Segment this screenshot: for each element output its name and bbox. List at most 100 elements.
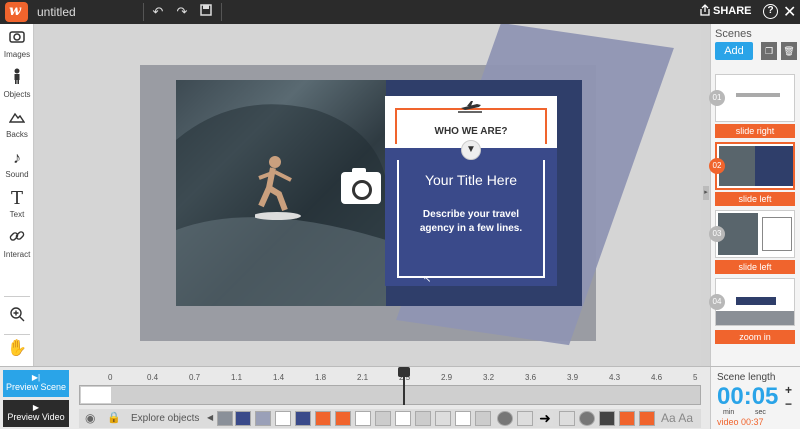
tool-sound[interactable]: ♪ Sound (0, 148, 34, 186)
preview-video-label: Preview Video (7, 412, 65, 422)
info-card[interactable]: WHO WE ARE? ▼ Your Title Here Describe y… (385, 96, 557, 286)
ruler-tick: 2.1 (357, 373, 369, 382)
card-description[interactable]: Describe your travel agency in a few lin… (405, 208, 537, 236)
tool-label: Objects (3, 90, 31, 99)
ruler-tick: 0 (108, 373, 113, 382)
scenes-panel: Scenes Add ❐ 🗑 01 slide right 02 slide l… (709, 24, 800, 366)
tool-divider (4, 334, 30, 335)
object-thumbnail[interactable] (295, 411, 311, 426)
explore-objects-link[interactable]: Explore objects (131, 413, 199, 424)
lock-icon[interactable]: 🔒 (107, 411, 121, 424)
tool-backs[interactable]: Backs (0, 108, 34, 146)
scene-length-title: Scene length (717, 372, 776, 383)
object-thumbnail[interactable] (415, 411, 431, 426)
object-thumbnail[interactable] (639, 411, 655, 426)
ruler-tick: 1.8 (315, 373, 327, 382)
object-thumbnail[interactable] (335, 411, 351, 426)
scene-thumbnail[interactable] (715, 74, 795, 122)
increase-length-button[interactable]: + (785, 383, 792, 397)
object-thumbnail[interactable] (355, 411, 371, 426)
eye-icon[interactable]: ◉ (85, 411, 95, 425)
camera-icon[interactable] (341, 168, 381, 204)
tool-text[interactable]: T Text (0, 188, 34, 226)
hand-icon: ✋ (7, 340, 27, 357)
sec-label: sec (755, 409, 766, 416)
arrow-right-icon[interactable]: ➜ (537, 411, 553, 426)
tool-label: Backs (6, 130, 28, 139)
tool-objects[interactable]: Objects (0, 68, 34, 106)
object-thumbnail[interactable] (435, 411, 451, 426)
tool-label: Text (9, 210, 25, 219)
mountain-icon (0, 108, 34, 130)
text-icon: T (10, 188, 23, 209)
scene-length-value[interactable]: 00:05 (717, 383, 778, 411)
ruler-tick: 2.9 (441, 373, 453, 382)
tool-interact[interactable]: Interact (0, 228, 34, 266)
object-thumbnail[interactable] (275, 411, 291, 426)
object-thumbnail[interactable] (455, 411, 471, 426)
decrease-length-button[interactable]: − (785, 397, 792, 411)
object-thumbnail[interactable] (395, 411, 411, 426)
object-thumbnail[interactable] (579, 411, 595, 426)
canvas-area[interactable]: WHO WE ARE? ▼ Your Title Here Describe y… (35, 24, 701, 366)
playhead[interactable] (403, 367, 405, 405)
duplicate-scene-icon[interactable]: ❐ (761, 42, 777, 60)
object-thumbnail[interactable] (235, 411, 251, 426)
object-thumbnail[interactable] (255, 411, 271, 426)
ruler-tick: 0.7 (189, 373, 201, 382)
timeline-track[interactable] (79, 385, 701, 405)
scene-transition-label[interactable]: zoom in (715, 330, 795, 344)
close-button[interactable]: ✕ (783, 2, 796, 22)
object-thumbnail[interactable] (315, 411, 331, 426)
preview-video-button[interactable]: ▶ Preview Video (3, 400, 69, 427)
left-toolbar: Images Objects Backs ♪ Sound T Text Inte… (0, 24, 34, 366)
panel-collapse-handle[interactable]: ▸ (703, 186, 709, 200)
scene-thumbnail[interactable] (715, 278, 795, 326)
text-object-icon[interactable]: Aa Aa (661, 411, 693, 425)
scroll-left-icon[interactable]: ◀ (207, 413, 213, 422)
scene-length-panel: Scene length 00:05 min sec video 00:37 +… (710, 367, 800, 429)
arrow-down-icon[interactable]: ▼ (461, 140, 481, 160)
toolbar-divider (143, 3, 144, 21)
object-thumbnail[interactable] (375, 411, 391, 426)
logo[interactable]: w (5, 2, 28, 22)
object-thumbnail[interactable] (599, 411, 615, 426)
save-icon[interactable] (198, 4, 214, 20)
preview-scene-label: Preview Scene (5, 382, 67, 392)
tool-images[interactable]: Images (0, 28, 34, 66)
timeline-ruler[interactable]: 0 0.4 0.7 1.1 1.4 1.8 2.1 2.5 2.9 3.2 3.… (79, 369, 701, 383)
scene-thumbnail[interactable] (715, 210, 795, 258)
app-root: w untitled ↶ ↷ SHARE ? ✕ Images Objects (0, 0, 800, 429)
tool-divider (4, 296, 30, 297)
object-thumbnail[interactable] (217, 411, 233, 426)
object-thumbnail[interactable] (475, 411, 491, 426)
add-scene-button[interactable]: Add (715, 42, 753, 60)
ruler-tick: 0.4 (147, 373, 159, 382)
card-title[interactable]: Your Title Here (385, 172, 557, 188)
share-button[interactable]: SHARE (713, 5, 752, 17)
document-title[interactable]: untitled (37, 5, 76, 19)
scenes-title: Scenes (715, 28, 752, 40)
object-thumbnail[interactable] (497, 411, 513, 426)
link-icon (0, 228, 34, 250)
scene-thumbnail-active[interactable] (715, 142, 795, 190)
share-icon[interactable] (697, 4, 713, 20)
ruler-tick: 3.9 (567, 373, 579, 382)
scene-number: 02 (709, 158, 725, 174)
object-thumbnail[interactable] (517, 411, 533, 426)
video-length: video 00:37 (717, 417, 764, 427)
delete-scene-icon[interactable]: 🗑 (781, 42, 797, 60)
undo-icon[interactable]: ↶ (150, 4, 166, 20)
surfer-figure (253, 154, 303, 224)
scene-transition-label[interactable]: slide right (715, 124, 795, 138)
object-thumbnail[interactable] (619, 411, 635, 426)
ruler-tick: 1.1 (231, 373, 243, 382)
scene-transition-label[interactable]: slide left (715, 192, 795, 206)
cursor-icon: ↖ (423, 274, 432, 285)
redo-icon[interactable]: ↷ (174, 4, 190, 20)
scene-transition-label[interactable]: slide left (715, 260, 795, 274)
airplane-object-icon[interactable] (559, 411, 575, 426)
preview-scene-button[interactable]: ▶| Preview Scene (3, 370, 69, 397)
timeline-clip[interactable] (81, 387, 111, 403)
help-button[interactable]: ? (763, 4, 778, 19)
